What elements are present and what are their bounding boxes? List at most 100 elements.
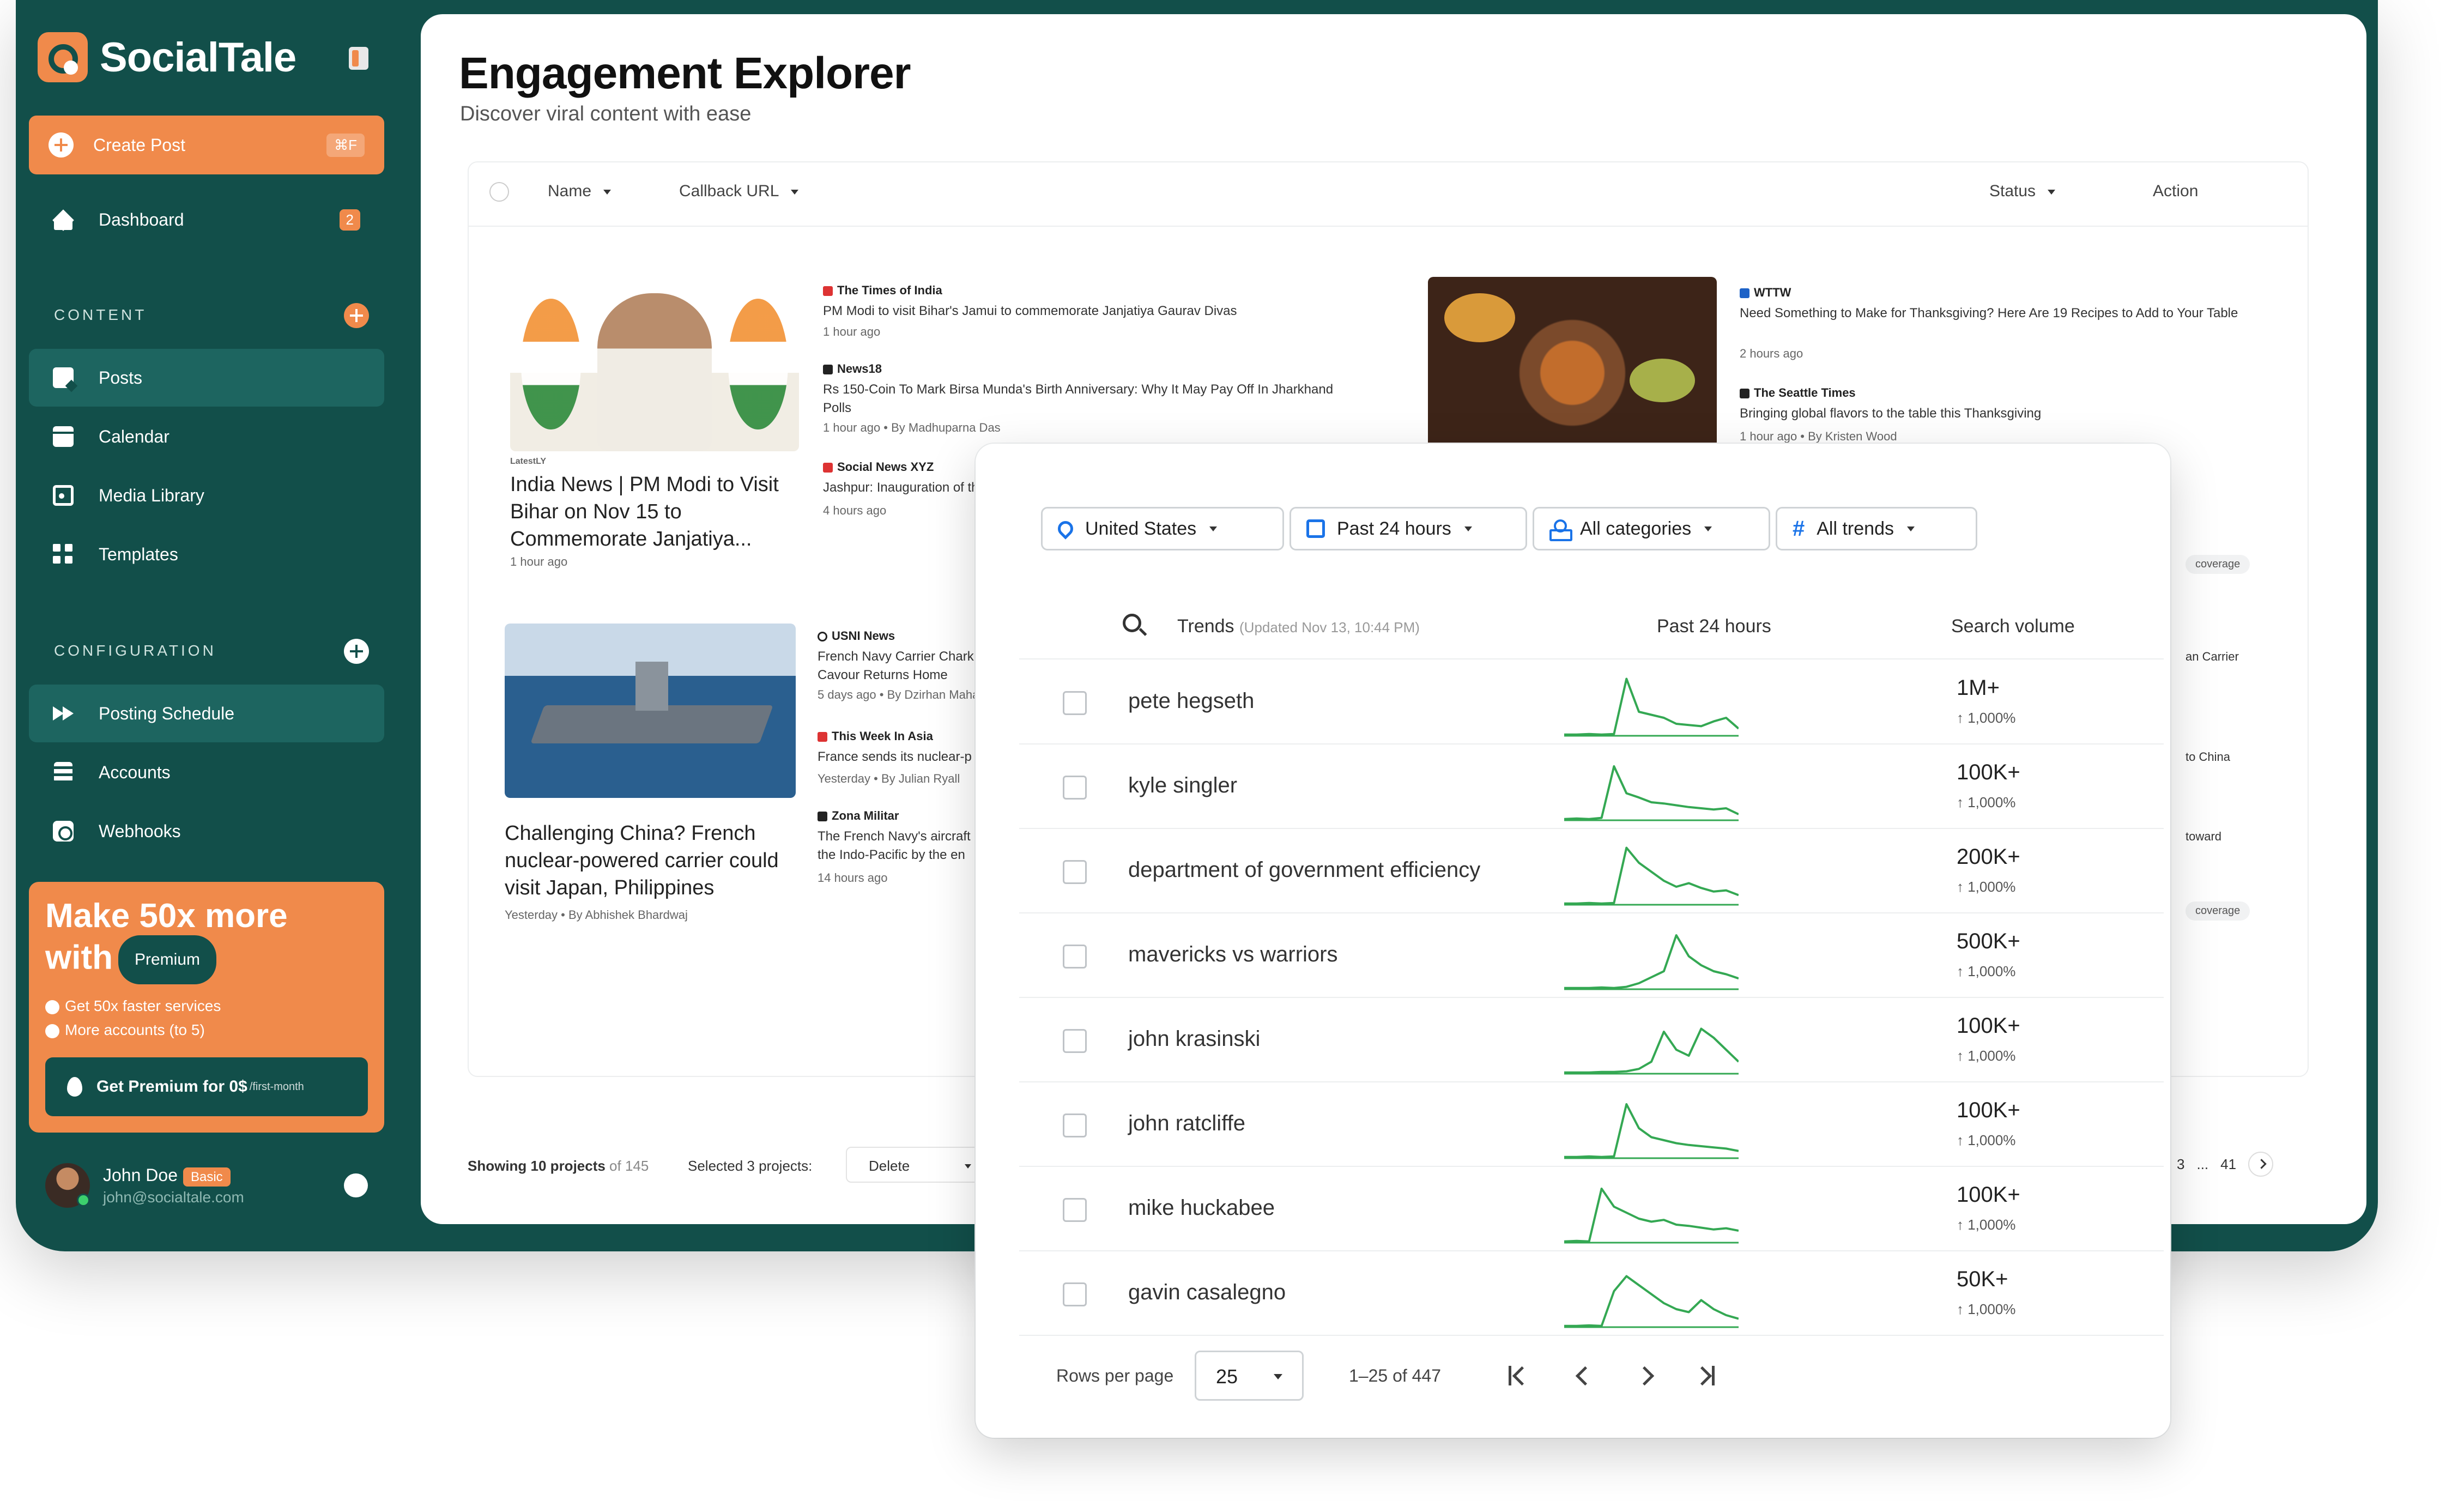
trend-row[interactable]: pete hegseth 1M+ ↑ 1,000% — [1019, 661, 2164, 745]
first-page-icon[interactable] — [1504, 1361, 1531, 1389]
filter-location[interactable]: United States — [1041, 507, 1284, 550]
row-checkbox[interactable] — [1063, 1282, 1087, 1306]
related-meta: 5 days ago • By Dzirhan Mahad — [818, 688, 986, 701]
filter-categories[interactable]: All categories — [1533, 507, 1770, 550]
snippet: toward — [2185, 830, 2222, 843]
get-premium-label: Get Premium for 0$ — [96, 1078, 247, 1096]
sidebar-item-accounts[interactable]: Accounts — [29, 743, 384, 801]
trend-name[interactable]: mavericks vs warriors — [1128, 942, 1337, 967]
row-checkbox[interactable] — [1063, 945, 1087, 969]
plan-badge: Basic — [183, 1167, 231, 1187]
related-story[interactable]: France sends its nuclear-p — [818, 748, 972, 766]
coverage-chip[interactable]: coverage — [2185, 555, 2250, 574]
trends-label: Trends — [1177, 616, 1234, 637]
search-icon[interactable] — [1123, 614, 1141, 632]
trend-name[interactable]: department of government efficiency — [1128, 858, 1480, 882]
page-number[interactable]: 41 — [2220, 1156, 2236, 1173]
selected-count: Selected 3 projects: — [688, 1158, 813, 1174]
create-post-label: Create Post — [93, 135, 185, 155]
news-time: Yesterday • By Abhishek Bhardwaj — [505, 908, 688, 922]
related-story[interactable]: The French Navy's aircraft the Indo-Paci… — [818, 827, 992, 864]
user-menu-icon[interactable] — [344, 1173, 368, 1197]
trend-name[interactable]: pete hegseth — [1128, 689, 1254, 713]
source-label: This Week In Asia — [832, 729, 933, 743]
filter-trend-type[interactable]: # All trends — [1776, 507, 1977, 550]
related-story[interactable]: Jashpur: Inauguration of th — [823, 479, 979, 497]
brand[interactable]: SocialTale — [38, 27, 296, 87]
related-meta: 14 hours ago — [818, 871, 888, 885]
trend-row[interactable]: gavin casalegno 50K+ ↑ 1,000% — [1019, 1252, 2164, 1336]
news-headline[interactable]: Challenging China? French nuclear-powere… — [505, 820, 810, 901]
sidebar-item-posting-schedule[interactable]: Posting Schedule — [29, 685, 384, 742]
create-post-button[interactable]: Create Post ⌘F — [29, 116, 384, 174]
trends-column-title: Trends (Updated Nov 13, 10:44 PM) — [1177, 616, 1420, 637]
sidebar-item-label: Accounts — [99, 762, 171, 782]
add-configuration-icon[interactable] — [344, 639, 369, 664]
volume-change: ↑ 1,000% — [1957, 963, 2016, 979]
source-label: Social News XYZ — [837, 460, 934, 474]
source-label: News18 — [837, 362, 882, 376]
trend-row[interactable]: mavericks vs warriors 500K+ ↑ 1,000% — [1019, 914, 2164, 998]
user-profile[interactable]: John Doe Basic john@socialtale.com — [29, 1150, 384, 1221]
promo-title-line: Make 50x more — [45, 897, 288, 935]
trend-name[interactable]: gavin casalegno — [1128, 1280, 1286, 1305]
sidebar-item-dashboard[interactable]: Dashboard 2 — [29, 191, 384, 249]
sidebar-item-templates[interactable]: Templates — [29, 525, 384, 583]
trend-row[interactable]: kyle singler 100K+ ↑ 1,000% — [1019, 745, 2164, 829]
trend-name[interactable]: john krasinski — [1128, 1027, 1260, 1051]
last-page-icon[interactable] — [1692, 1361, 1720, 1389]
trend-name[interactable]: john ratcliffe — [1128, 1111, 1245, 1136]
benefit-item: Get 50x faster services — [45, 994, 368, 1018]
filter-time-range[interactable]: Past 24 hours — [1289, 507, 1527, 550]
collapse-sidebar-icon[interactable] — [349, 47, 368, 70]
next-page-icon[interactable] — [2248, 1152, 2274, 1177]
get-premium-button[interactable]: Get Premium for 0$ /first-month — [45, 1057, 368, 1116]
previous-page-icon[interactable] — [1570, 1361, 1597, 1389]
coverage-chip[interactable]: coverage — [2185, 901, 2250, 921]
trend-row[interactable]: john krasinski 100K+ ↑ 1,000% — [1019, 998, 2164, 1082]
trend-name[interactable]: mike huckabee — [1128, 1196, 1275, 1220]
related-story[interactable]: Bringing global flavors to the table thi… — [1740, 404, 2041, 423]
page-number[interactable]: 3 — [2177, 1156, 2184, 1173]
snippet: an Carrier — [2185, 650, 2239, 663]
row-checkbox[interactable] — [1063, 1113, 1087, 1137]
row-checkbox[interactable] — [1063, 691, 1087, 715]
row-checkbox[interactable] — [1063, 1198, 1087, 1222]
sidebar-item-label: Calendar — [99, 426, 169, 446]
row-checkbox[interactable] — [1063, 776, 1087, 800]
related-story[interactable]: French Navy Carrier Chark Cavour Returns… — [818, 647, 992, 685]
related-story[interactable]: PM Modi to visit Bihar's Jamui to commem… — [823, 302, 1313, 320]
dropdown-caret-icon — [1464, 526, 1472, 531]
next-page-icon[interactable] — [1632, 1361, 1660, 1389]
select-all-checkbox[interactable] — [489, 182, 509, 202]
add-content-icon[interactable] — [344, 303, 369, 328]
sidebar-item-media-library[interactable]: Media Library — [29, 467, 384, 524]
trend-row[interactable]: john ratcliffe 100K+ ↑ 1,000% — [1019, 1083, 2164, 1167]
source-logo-icon — [823, 365, 833, 375]
column-header-status[interactable]: Status — [1989, 182, 2056, 201]
sidebar-item-webhooks[interactable]: Webhooks — [29, 802, 384, 860]
rows-per-page-select[interactable]: 25 — [1195, 1351, 1304, 1401]
related-meta: 1 hour ago • By Kristen Wood — [1740, 429, 1897, 443]
row-checkbox[interactable] — [1063, 1029, 1087, 1053]
row-checkbox[interactable] — [1063, 860, 1087, 884]
trend-row[interactable]: department of government efficiency 200K+… — [1019, 830, 2164, 913]
news-image-thanksgiving[interactable] — [1428, 277, 1717, 451]
benefit-text: Get 50x faster services — [65, 997, 221, 1014]
location-pin-icon — [1055, 518, 1076, 540]
related-story[interactable]: Rs 150-Coin To Mark Birsa Munda's Birth … — [823, 380, 1346, 417]
column-header-callback-url[interactable]: Callback URL — [679, 182, 799, 201]
plus-icon — [49, 132, 74, 158]
news-image-carrier[interactable] — [505, 624, 796, 798]
related-story[interactable]: Need Something to Make for Thanksgiving?… — [1740, 304, 2263, 323]
news-image-modi[interactable] — [510, 277, 799, 451]
sidebar-item-posts[interactable]: Posts — [29, 349, 384, 407]
source-label: Zona Militar — [832, 809, 899, 822]
source-name: Zona Militar — [818, 809, 899, 823]
bulk-action-select[interactable]: Delete — [846, 1147, 988, 1183]
column-header-name[interactable]: Name — [548, 182, 612, 201]
trend-row[interactable]: mike huckabee 100K+ ↑ 1,000% — [1019, 1167, 2164, 1251]
sidebar-item-calendar[interactable]: Calendar — [29, 408, 384, 465]
trend-name[interactable]: kyle singler — [1128, 773, 1237, 798]
news-headline[interactable]: India News | PM Modi to Visit Bihar on N… — [510, 471, 804, 553]
